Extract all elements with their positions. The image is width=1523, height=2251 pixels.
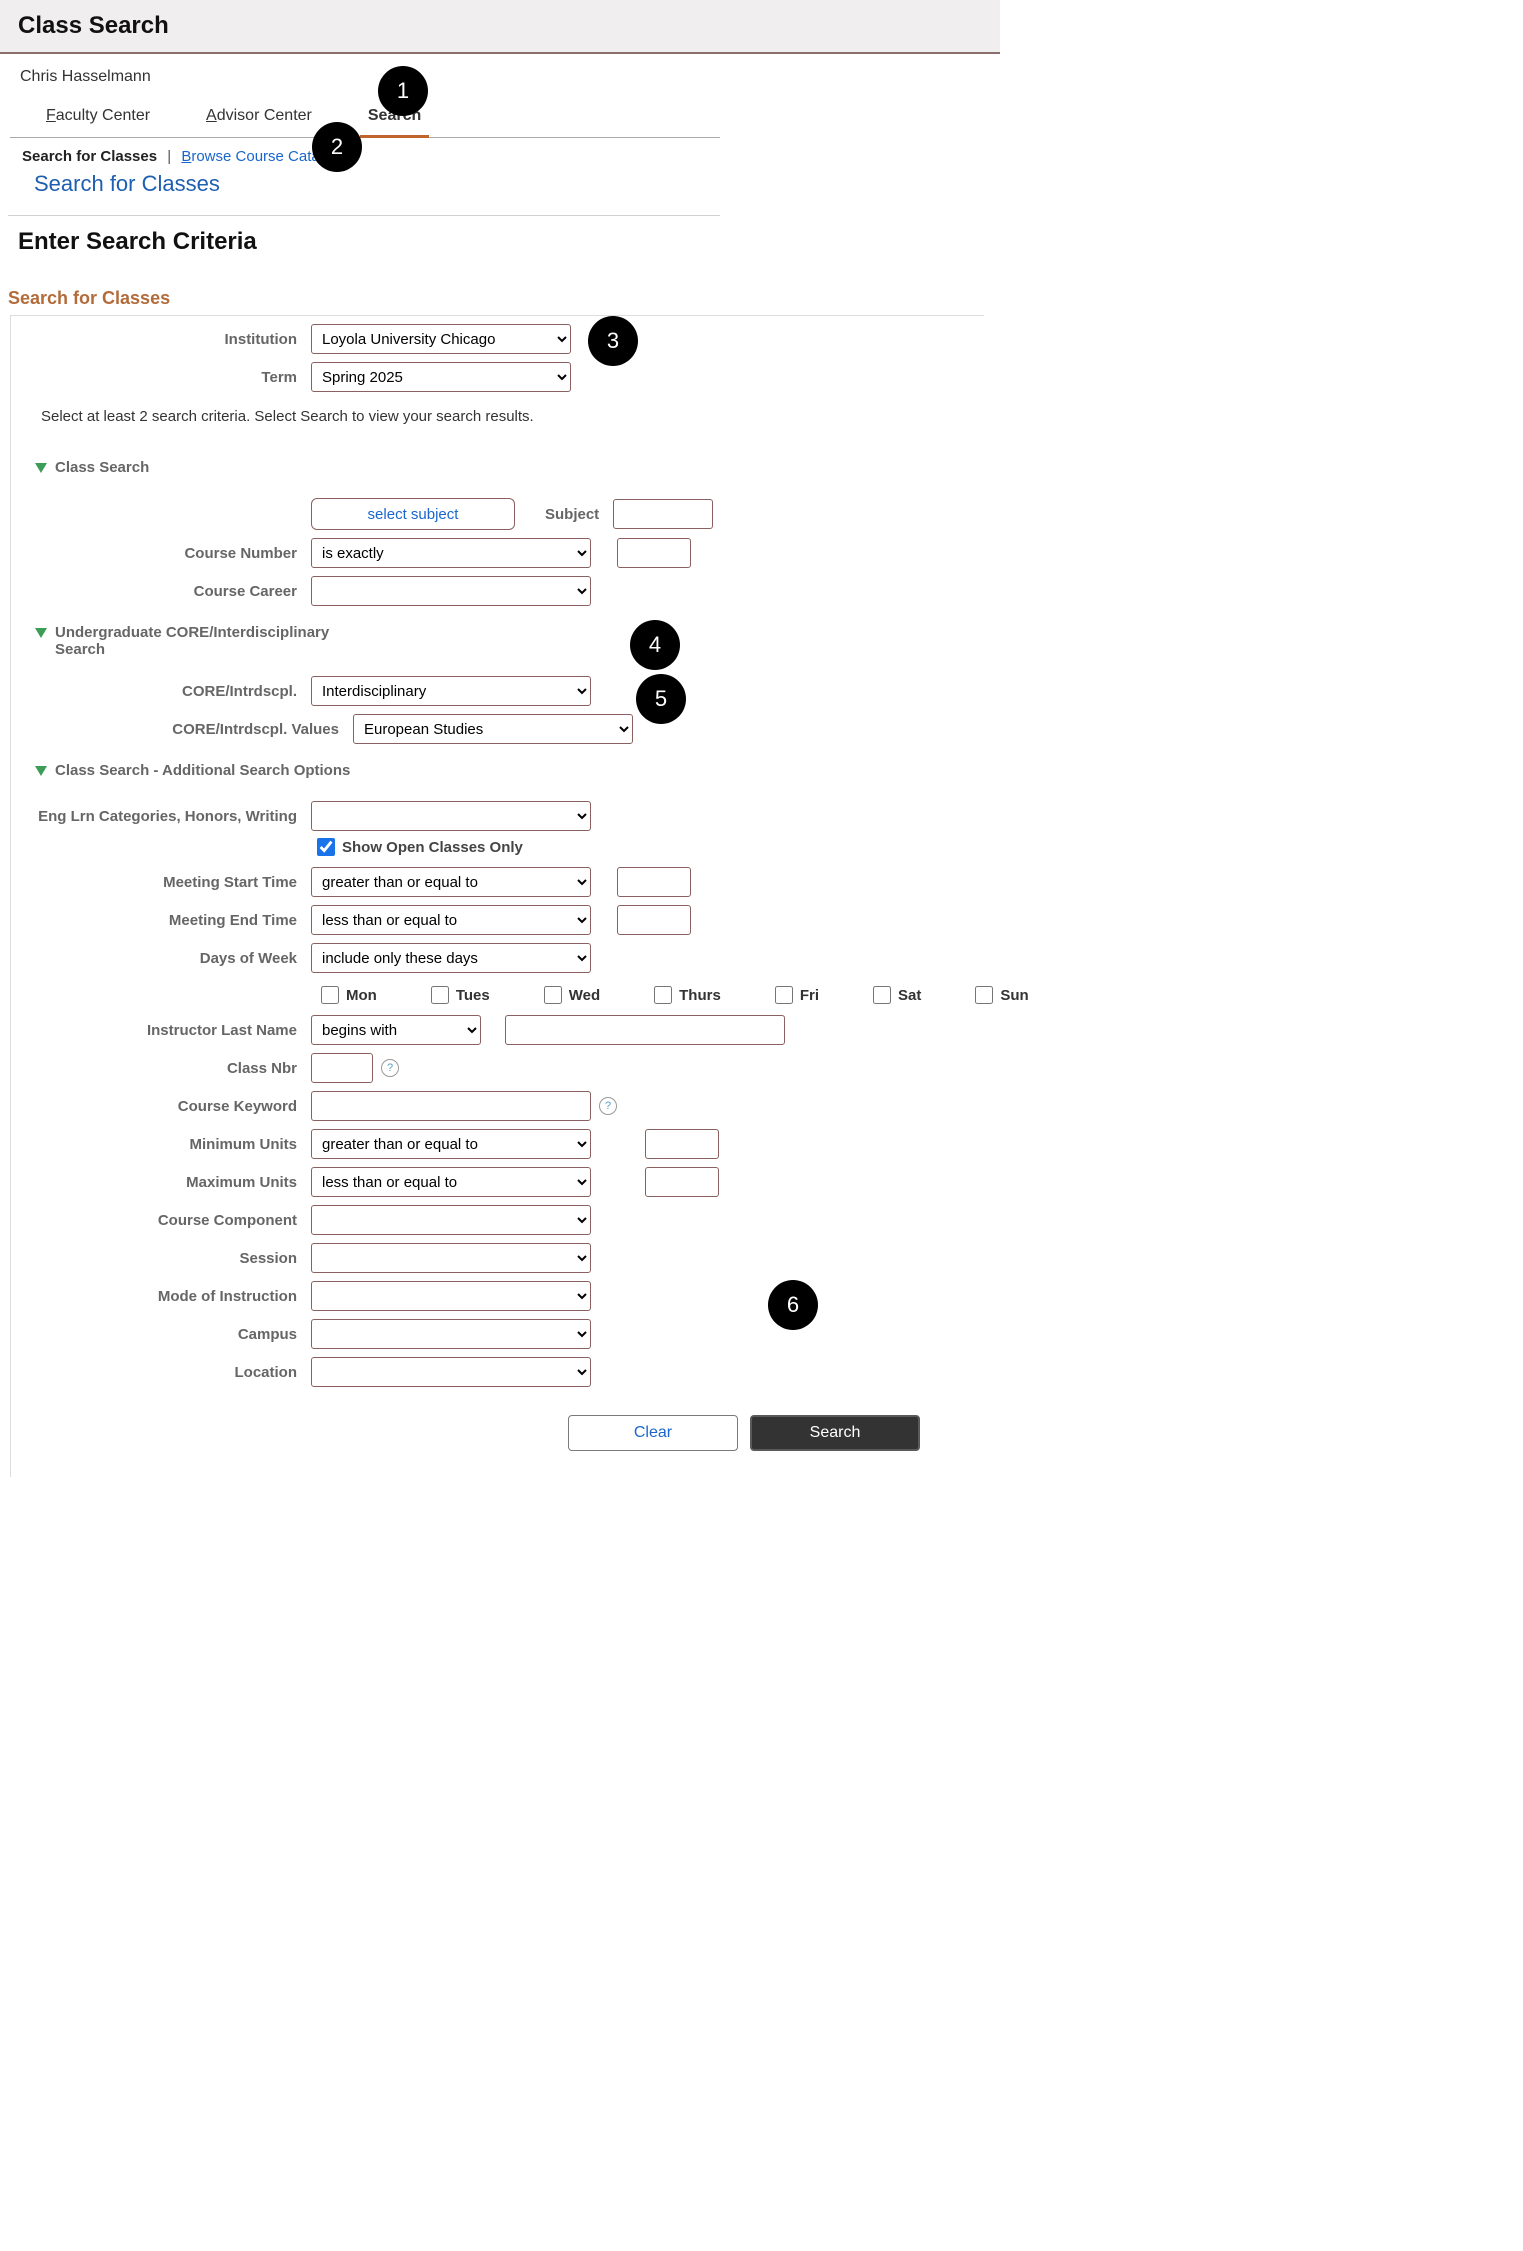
- location-label: Location: [11, 1364, 311, 1381]
- subject-input[interactable]: [613, 499, 713, 529]
- additional-subsection[interactable]: Class Search - Additional Search Options: [11, 744, 984, 783]
- page-header-title: Class Search: [18, 12, 169, 39]
- tab-advisor-center[interactable]: Advisor Center: [198, 97, 320, 138]
- collapse-icon: [35, 628, 47, 638]
- course-career-label: Course Career: [11, 583, 311, 600]
- subnav-search-classes[interactable]: Search for Classes: [22, 148, 157, 165]
- help-icon[interactable]: ?: [381, 1059, 399, 1077]
- mode-select[interactable]: [311, 1281, 591, 1311]
- institution-select[interactable]: Loyola University Chicago: [311, 324, 571, 354]
- eng-label: Eng Lrn Categories, Honors, Writing: [11, 808, 311, 825]
- class-nbr-label: Class Nbr: [11, 1060, 311, 1077]
- start-time-op-select[interactable]: greater than or equal to: [311, 867, 591, 897]
- button-row: Clear Search: [11, 1387, 984, 1451]
- collapse-icon: [35, 463, 47, 473]
- day-thurs-checkbox[interactable]: [654, 986, 672, 1004]
- form-heading: Search for Classes: [0, 268, 1000, 315]
- days-op-select[interactable]: include only these days: [311, 943, 591, 973]
- day-sun-checkbox[interactable]: [975, 986, 993, 1004]
- term-select[interactable]: Spring 2025: [311, 362, 571, 392]
- instructor-op-select[interactable]: begins with: [311, 1015, 481, 1045]
- enter-criteria-heading: Enter Search Criteria: [0, 216, 1000, 268]
- start-time-input[interactable]: [617, 867, 691, 897]
- max-units-input[interactable]: [645, 1167, 719, 1197]
- max-units-op-select[interactable]: less than or equal to: [311, 1167, 591, 1197]
- course-number-op-select[interactable]: is exactly: [311, 538, 591, 568]
- clear-button[interactable]: Clear: [568, 1415, 738, 1451]
- keyword-input[interactable]: [311, 1091, 591, 1121]
- course-number-input[interactable]: [617, 538, 691, 568]
- search-button[interactable]: Search: [750, 1415, 920, 1451]
- institution-label: Institution: [11, 331, 311, 348]
- core-subsection[interactable]: Undergraduate CORE/Interdisciplinary Sea…: [11, 606, 984, 662]
- min-units-input[interactable]: [645, 1129, 719, 1159]
- core-label: CORE/Intrdscpl.: [11, 683, 311, 700]
- location-select[interactable]: [311, 1357, 591, 1387]
- subnav-browse-catalog[interactable]: Browse Course Catalog: [181, 148, 339, 165]
- session-select[interactable]: [311, 1243, 591, 1273]
- username: Chris Hasselmann: [0, 54, 1000, 96]
- course-career-select[interactable]: [311, 576, 591, 606]
- days-label: Days of Week: [11, 950, 311, 967]
- end-time-label: Meeting End Time: [11, 912, 311, 929]
- start-time-label: Meeting Start Time: [11, 874, 311, 891]
- tab-faculty-center[interactable]: Faculty Center: [38, 97, 158, 138]
- eng-select[interactable]: [311, 801, 591, 831]
- show-open-label: Show Open Classes Only: [342, 839, 523, 856]
- course-number-label: Course Number: [11, 545, 311, 562]
- mode-label: Mode of Instruction: [11, 1288, 311, 1305]
- day-tues-checkbox[interactable]: [431, 986, 449, 1004]
- min-units-op-select[interactable]: greater than or equal to: [311, 1129, 591, 1159]
- core-values-select[interactable]: European Studies: [353, 714, 633, 744]
- header-bar: Class Search: [0, 0, 1000, 54]
- class-search-subsection[interactable]: Class Search: [11, 441, 984, 480]
- class-nbr-input[interactable]: [311, 1053, 373, 1083]
- form-boundary: Institution Loyola University Chicago Te…: [10, 315, 984, 1477]
- day-sat-checkbox[interactable]: [873, 986, 891, 1004]
- tab-search[interactable]: Search: [360, 97, 429, 138]
- end-time-input[interactable]: [617, 905, 691, 935]
- campus-select[interactable]: [311, 1319, 591, 1349]
- keyword-label: Course Keyword: [11, 1098, 311, 1115]
- main-tabs: Faculty Center Advisor Center Search: [10, 96, 720, 138]
- select-subject-button[interactable]: select subject: [311, 498, 515, 530]
- subject-label: Subject: [515, 506, 613, 523]
- component-label: Course Component: [11, 1212, 311, 1229]
- page-title: Search for Classes: [22, 163, 706, 205]
- collapse-icon: [35, 766, 47, 776]
- max-units-label: Maximum Units: [11, 1174, 311, 1191]
- day-mon-checkbox[interactable]: [321, 986, 339, 1004]
- session-label: Session: [11, 1250, 311, 1267]
- min-units-label: Minimum Units: [11, 1136, 311, 1153]
- instructor-label: Instructor Last Name: [11, 1022, 311, 1039]
- day-wed-checkbox[interactable]: [544, 986, 562, 1004]
- core-select[interactable]: Interdisciplinary: [311, 676, 591, 706]
- sub-nav: Search for Classes | Browse Course Catal…: [8, 138, 720, 216]
- instructor-input[interactable]: [505, 1015, 785, 1045]
- term-label: Term: [11, 369, 311, 386]
- instruction-text: Select at least 2 search criteria. Selec…: [11, 392, 984, 441]
- day-fri-checkbox[interactable]: [775, 986, 793, 1004]
- component-select[interactable]: [311, 1205, 591, 1235]
- campus-label: Campus: [11, 1326, 311, 1343]
- days-row: Mon Tues Wed Thurs Fri Sat Sun: [11, 983, 984, 1007]
- show-open-checkbox[interactable]: [317, 838, 335, 856]
- help-icon[interactable]: ?: [599, 1097, 617, 1115]
- core-values-label: CORE/Intrdscpl. Values: [11, 721, 353, 738]
- end-time-op-select[interactable]: less than or equal to: [311, 905, 591, 935]
